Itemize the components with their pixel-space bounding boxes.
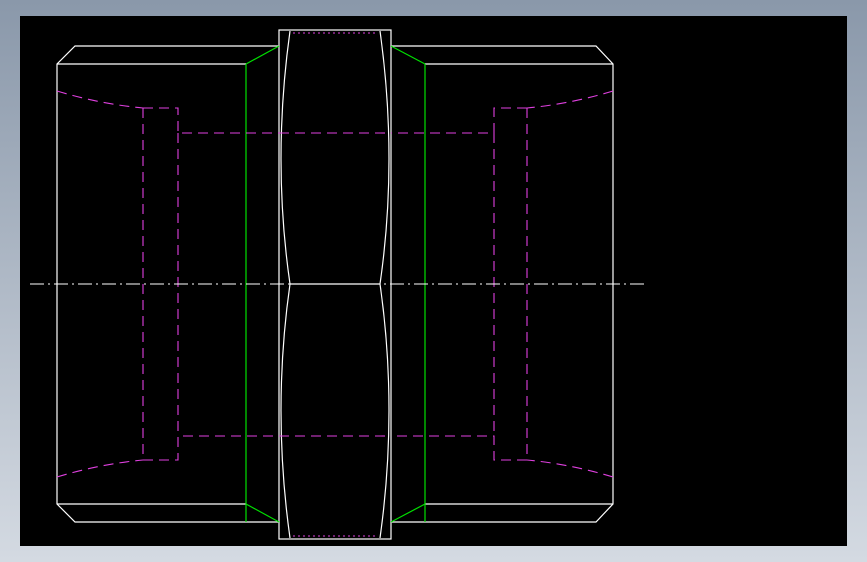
left-tangent-diag-top bbox=[245, 45, 280, 65]
left-thread-curve-bottom bbox=[56, 459, 144, 478]
hex-arc-left-lower bbox=[280, 283, 291, 539]
cad-drawing[interactable] bbox=[0, 0, 867, 562]
hex-arc-left-upper bbox=[280, 30, 291, 285]
right-bore-outline bbox=[391, 107, 528, 461]
hex-arc-right-upper bbox=[379, 30, 390, 285]
hex-arc-right-lower bbox=[379, 283, 390, 539]
right-tangent-diag-bottom bbox=[390, 503, 426, 523]
left-thread-curve-top bbox=[56, 90, 144, 109]
right-thread-curve-top bbox=[526, 90, 614, 109]
right-tangent-diag-top bbox=[390, 45, 426, 65]
right-thread-curve-bottom bbox=[526, 459, 614, 478]
left-tangent-diag-bottom bbox=[245, 503, 280, 523]
